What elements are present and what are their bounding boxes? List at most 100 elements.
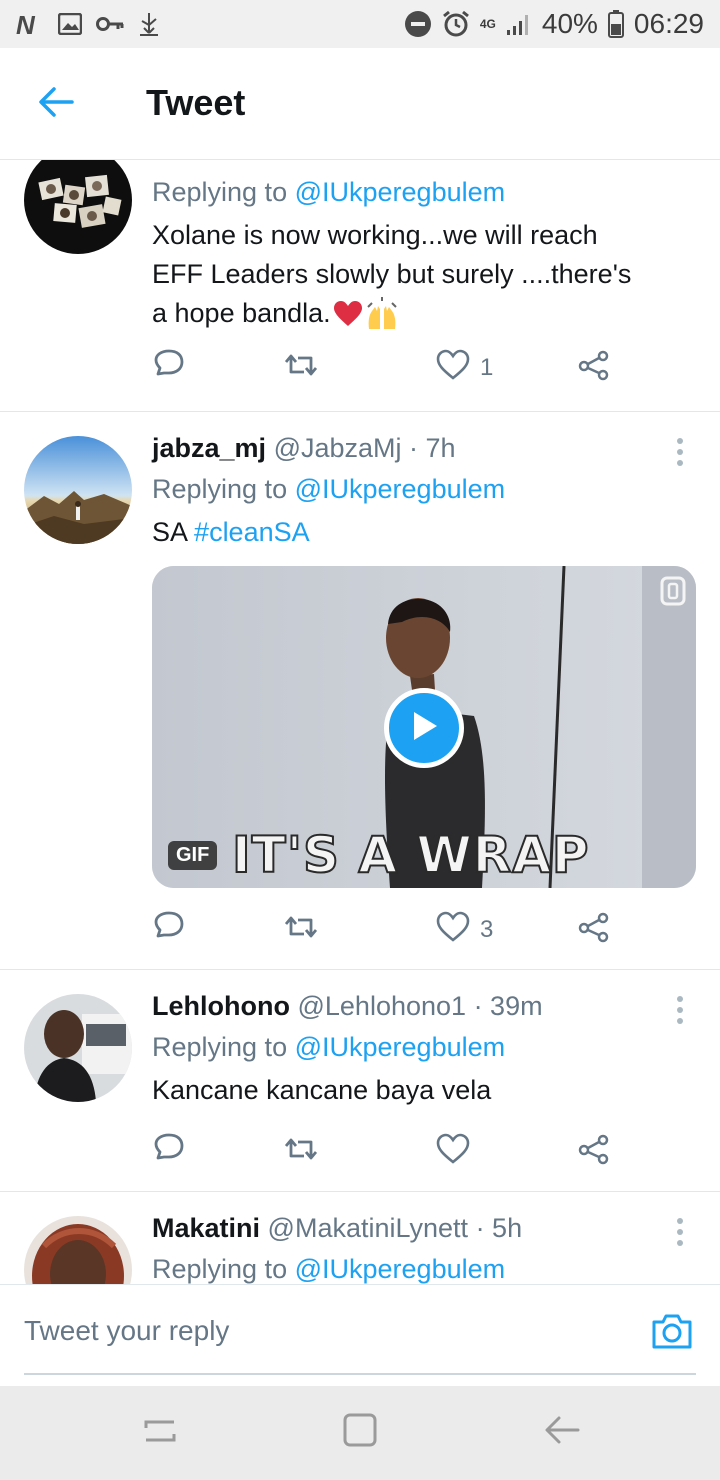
- play-button[interactable]: [384, 688, 464, 768]
- tweet-actions: 3: [152, 910, 622, 950]
- tweet-content: Lehlohono @Lehlohono1 · 39m Replying to …: [152, 986, 696, 1110]
- tweet-content: Replying to @IUkperegbulem Xolane is now…: [152, 160, 696, 333]
- tweet-actions: 1: [152, 348, 622, 388]
- alarm-icon: [442, 10, 470, 38]
- tweet-text: SA #cleanSA: [152, 517, 310, 547]
- author-name[interactable]: Lehlohono: [152, 991, 290, 1021]
- home-icon: [342, 1412, 378, 1453]
- play-icon: [408, 709, 440, 748]
- tweet-item[interactable]: jabza_mj @JabzaMj · 7h Replying to @IUkp…: [0, 412, 720, 970]
- recents-icon: [142, 1414, 178, 1451]
- battery-percent: 40%: [541, 8, 598, 39]
- tweet-text: Xolane is now working...we will reach EF…: [152, 216, 696, 333]
- home-button[interactable]: [340, 1412, 380, 1452]
- like-button[interactable]: 3: [436, 910, 493, 950]
- tweet-content: Makatini @MakatiniLynett · 5h Replying t…: [152, 1208, 696, 1284]
- arrow-left-icon: [38, 86, 74, 123]
- reply-icon: [152, 348, 186, 389]
- network-4g-icon: 4G: [479, 17, 496, 31]
- reply-mention-link[interactable]: @IUkperegbulem: [295, 1032, 506, 1062]
- clock: 06:29: [633, 8, 704, 39]
- replying-to: Replying to @IUkperegbulem: [152, 1032, 506, 1062]
- netflix-n-icon: N: [16, 11, 44, 37]
- share-icon: [578, 911, 610, 950]
- tweet-item[interactable]: Makatini @MakatiniLynett · 5h Replying t…: [0, 1192, 720, 1284]
- battery-icon: [607, 10, 624, 38]
- recents-button[interactable]: [140, 1412, 180, 1452]
- camera-icon: [651, 1312, 693, 1355]
- back-button[interactable]: [30, 78, 82, 130]
- like-button[interactable]: 1: [436, 348, 493, 388]
- tweet-text: Kancane kancane baya vela: [152, 1075, 492, 1105]
- retweet-icon: [282, 350, 320, 387]
- reply-input[interactable]: Tweet your reply: [24, 1315, 229, 1347]
- back-icon: [544, 1414, 580, 1451]
- heart-outline-icon: [436, 1133, 470, 1172]
- reply-mention-link[interactable]: @IUkperegbulem: [295, 474, 506, 504]
- tweet-content: jabza_mj @JabzaMj · 7h Replying to @IUkp…: [152, 428, 696, 552]
- reply-button[interactable]: [152, 1132, 186, 1172]
- replying-to: Replying to @IUkperegbulem: [152, 1254, 506, 1284]
- page-title: Tweet: [146, 82, 246, 123]
- heart-outline-icon: [436, 349, 470, 388]
- reply-button[interactable]: [152, 348, 186, 388]
- camera-button[interactable]: [650, 1311, 694, 1355]
- tweet-header: Lehlohono @Lehlohono1 · 39m: [152, 986, 696, 1026]
- system-nav-bar: [0, 1386, 720, 1480]
- heart-outline-icon: [436, 911, 470, 950]
- like-button[interactable]: [436, 1132, 480, 1172]
- tweet-item[interactable]: Replying to @IUkperegbulem Xolane is now…: [0, 160, 720, 412]
- retweet-icon: [282, 912, 320, 949]
- share-icon: [578, 349, 610, 388]
- avatar[interactable]: [24, 994, 132, 1102]
- tweet-time: · 5h: [475, 1213, 523, 1243]
- system-back-button[interactable]: [542, 1412, 582, 1452]
- gallery-icon: [58, 13, 82, 35]
- share-button[interactable]: [578, 348, 610, 388]
- hashtag-link[interactable]: #cleanSA: [194, 517, 310, 547]
- tweet-header: jabza_mj @JabzaMj · 7h: [152, 428, 696, 468]
- raising-hands-icon: [365, 296, 399, 331]
- author-name[interactable]: jabza_mj: [152, 433, 266, 463]
- red-heart-icon: [333, 300, 363, 328]
- usb-icon: [138, 11, 160, 37]
- gif-badge: GIF: [168, 841, 218, 870]
- status-bar-left: N: [16, 8, 160, 40]
- author-handle[interactable]: @Lehlohono1: [297, 991, 466, 1021]
- reply-icon: [152, 1132, 186, 1173]
- reply-mention-link[interactable]: @IUkperegbulem: [295, 177, 506, 207]
- author-name[interactable]: Makatini: [152, 1213, 260, 1243]
- gif-caption: IT'S A WRAP: [231, 825, 590, 885]
- retweet-button[interactable]: [282, 348, 320, 388]
- replying-to: Replying to @IUkperegbulem: [152, 474, 506, 504]
- reply-icon: [152, 910, 186, 951]
- avatar[interactable]: [24, 436, 132, 544]
- key-icon: [96, 15, 124, 33]
- reply-button[interactable]: [152, 910, 186, 950]
- reply-feed[interactable]: Replying to @IUkperegbulem Xolane is now…: [0, 160, 720, 1284]
- avatar[interactable]: [24, 1216, 132, 1284]
- tweet-header: Makatini @MakatiniLynett · 5h: [152, 1208, 696, 1248]
- do-not-disturb-icon: [404, 10, 432, 38]
- signal-icon: [506, 12, 532, 36]
- reply-mention-link[interactable]: @IUkperegbulem: [295, 1254, 506, 1284]
- tweet-header-cutoff: [152, 160, 696, 162]
- tweet-item[interactable]: Lehlohono @Lehlohono1 · 39m Replying to …: [0, 970, 720, 1192]
- retweet-button[interactable]: [282, 1132, 320, 1172]
- like-count: 3: [480, 916, 494, 943]
- tweet-time: · 7h: [409, 433, 456, 463]
- share-button[interactable]: [578, 1132, 610, 1172]
- avatar[interactable]: [24, 160, 132, 254]
- retweet-icon: [282, 1134, 320, 1171]
- replying-to: Replying to @IUkperegbulem: [152, 177, 506, 207]
- reply-input-underline: [24, 1373, 696, 1375]
- retweet-button[interactable]: [282, 910, 320, 950]
- tweet-time: · 39m: [473, 991, 543, 1021]
- status-bar: N 4G 40% 06:29: [0, 0, 720, 48]
- share-icon: [578, 1133, 610, 1172]
- share-button[interactable]: [578, 910, 610, 950]
- author-handle[interactable]: @JabzaMj: [274, 433, 402, 463]
- author-handle[interactable]: @MakatiniLynett: [268, 1213, 469, 1243]
- gif-media[interactable]: GIF IT'S A WRAP: [152, 566, 696, 888]
- media-expand-icon[interactable]: [660, 576, 686, 611]
